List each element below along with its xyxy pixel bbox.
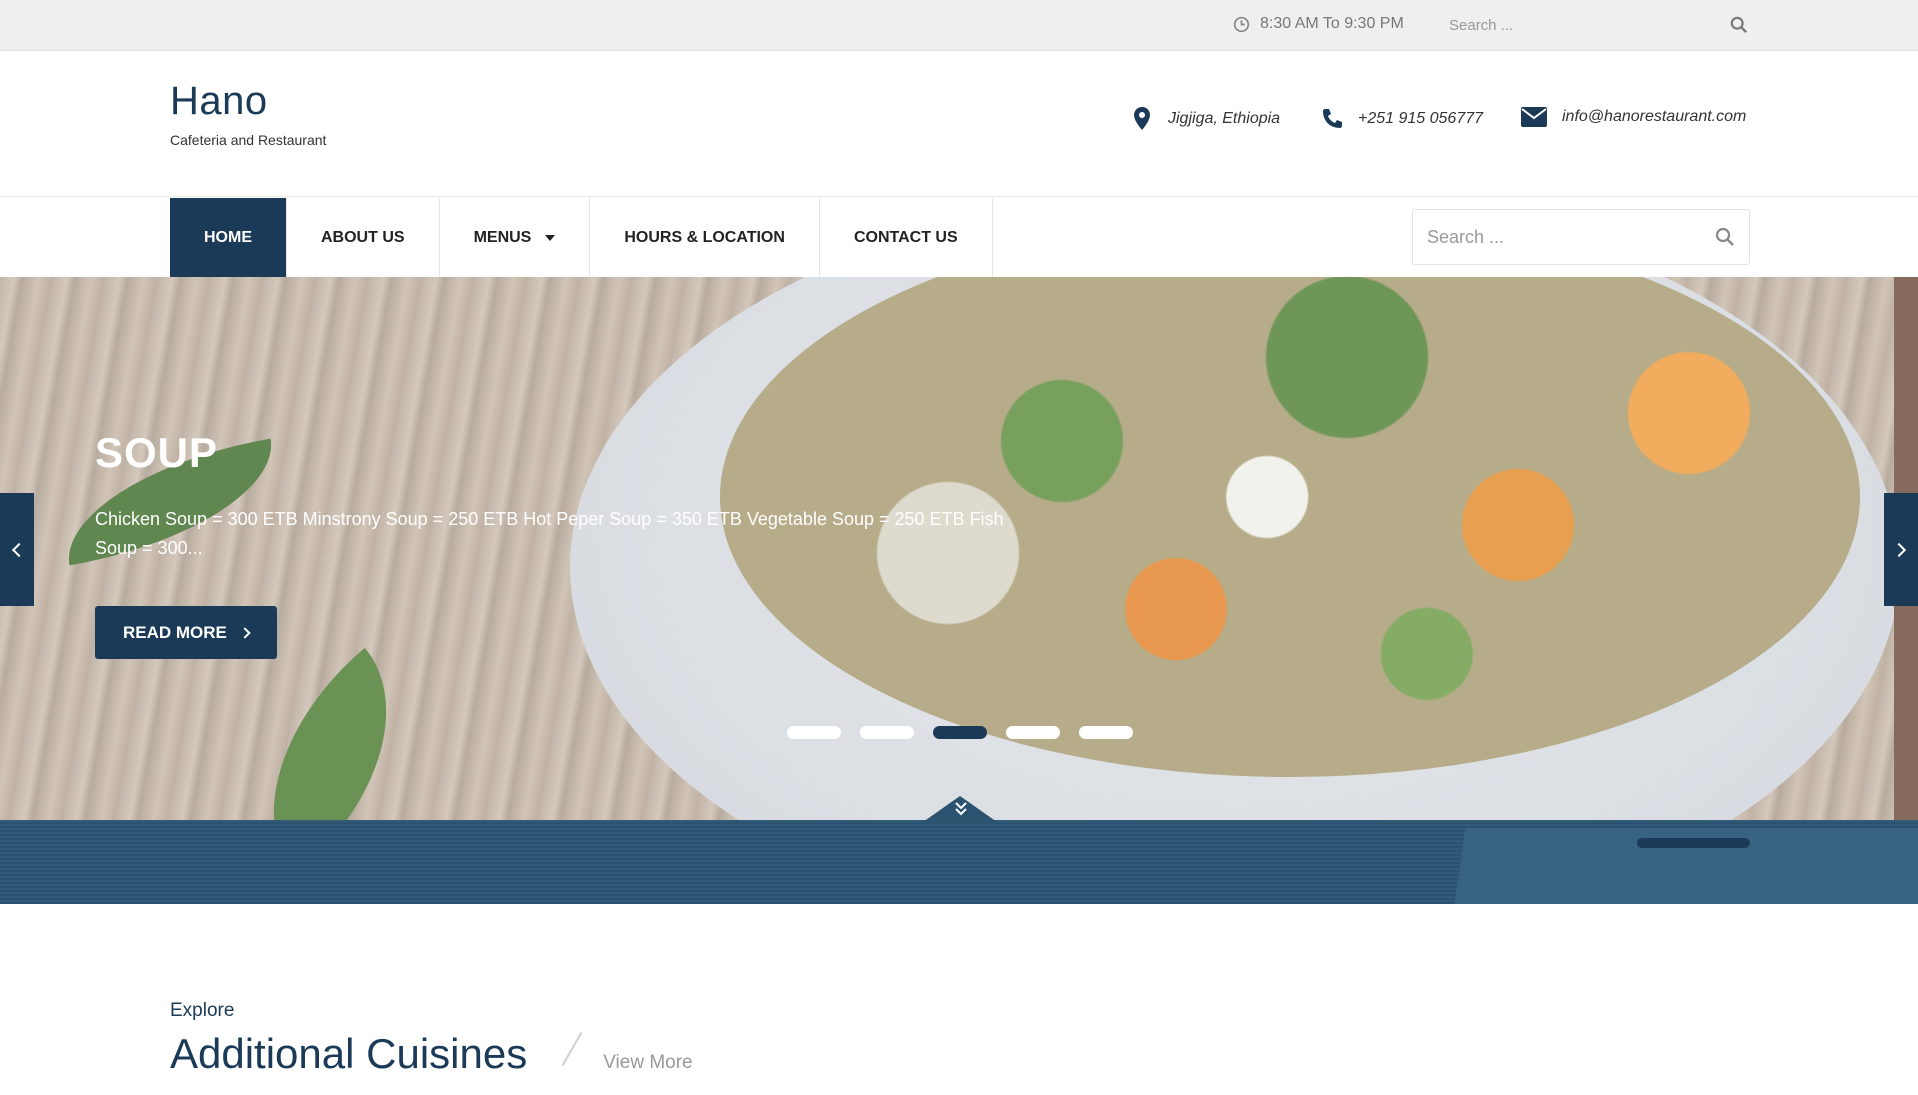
nav-item-label: ABOUT US bbox=[321, 228, 405, 246]
site-header: Hano Cafeteria and Restaurant Jigjiga, E… bbox=[0, 51, 1918, 197]
top-search bbox=[1434, 6, 1754, 44]
nav-menu: HOME ABOUT US MENUS HOURS & LOCATION CON… bbox=[170, 198, 993, 277]
envelope-icon bbox=[1521, 107, 1547, 127]
nav-item-label: CONTACT US bbox=[853, 228, 958, 246]
additional-cuisines-section: Explore Additional Cuisines View More bbox=[170, 1000, 693, 1078]
nav-item-hours-location[interactable]: HOURS & LOCATION bbox=[590, 198, 820, 277]
chevron-right-icon bbox=[239, 626, 251, 639]
main-nav: HOME ABOUT US MENUS HOURS & LOCATION CON… bbox=[0, 198, 1918, 277]
clock-icon bbox=[1233, 16, 1250, 32]
contact-location: Jigjiga, Ethiopia bbox=[1130, 106, 1280, 132]
divider-slash bbox=[561, 1032, 583, 1066]
band-pill bbox=[1637, 838, 1750, 848]
section-heading: Additional Cuisines bbox=[170, 1030, 528, 1077]
section-divider-band bbox=[0, 796, 1918, 904]
contact-phone: +251 915 056777 bbox=[1320, 106, 1483, 132]
slider-prev-button[interactable] bbox=[0, 493, 34, 606]
section-heading-row: Additional Cuisines View More bbox=[170, 1030, 693, 1078]
nav-item-home[interactable]: HOME bbox=[170, 198, 287, 277]
read-more-label: READ MORE bbox=[123, 622, 227, 642]
view-more-link[interactable]: View More bbox=[603, 1052, 692, 1074]
nav-item-about-us[interactable]: ABOUT US bbox=[287, 198, 440, 277]
email-text[interactable]: info@hanorestaurant.com bbox=[1562, 108, 1746, 126]
search-icon[interactable] bbox=[1715, 227, 1735, 247]
nav-item-contact-us[interactable]: CONTACT US bbox=[820, 198, 993, 277]
slide-title: SOUP bbox=[95, 429, 219, 476]
double-chevron-down-icon[interactable] bbox=[954, 801, 968, 817]
top-bar: 8:30 AM To 9:30 PM bbox=[0, 0, 1918, 51]
nav-item-label: HOURS & LOCATION bbox=[624, 228, 785, 246]
slider-dot[interactable] bbox=[1079, 726, 1133, 739]
site-name[interactable]: Hano bbox=[170, 79, 326, 124]
slider-dot[interactable] bbox=[933, 726, 987, 739]
nav-item-label: HOME bbox=[204, 228, 252, 246]
caret-down-icon bbox=[545, 234, 556, 241]
nav-search bbox=[1412, 209, 1750, 265]
brand[interactable]: Hano Cafeteria and Restaurant bbox=[170, 79, 326, 148]
location-text: Jigjiga, Ethiopia bbox=[1168, 110, 1281, 127]
phone-text[interactable]: +251 915 056777 bbox=[1358, 110, 1483, 128]
map-pin-icon bbox=[1134, 107, 1150, 130]
chevron-right-icon bbox=[1891, 542, 1907, 557]
hero-slider: SOUP Chicken Soup = 300 ETB Minstrony So… bbox=[0, 277, 1918, 820]
phone-icon bbox=[1323, 109, 1342, 128]
slide-description: Chicken Soup = 300 ETB Minstrony Soup = … bbox=[95, 509, 1004, 558]
top-search-input[interactable] bbox=[1434, 16, 1714, 34]
site-tagline: Cafeteria and Restaurant bbox=[170, 132, 327, 148]
slider-dot[interactable] bbox=[787, 726, 841, 739]
opening-hours: 8:30 AM To 9:30 PM bbox=[1233, 15, 1404, 33]
opening-hours-text: 8:30 AM To 9:30 PM bbox=[1260, 15, 1404, 32]
slider-dot[interactable] bbox=[1006, 726, 1060, 739]
chevron-left-icon bbox=[11, 542, 27, 557]
section-kicker: Explore bbox=[170, 1000, 235, 1021]
read-more-button[interactable]: READ MORE bbox=[95, 606, 277, 659]
slider-next-button[interactable] bbox=[1884, 493, 1918, 606]
nav-item-label: MENUS bbox=[473, 228, 532, 246]
search-icon[interactable] bbox=[1730, 16, 1748, 34]
slider-pagination bbox=[787, 726, 1133, 739]
nav-item-menus[interactable]: MENUS bbox=[440, 198, 591, 277]
contact-email: info@hanorestaurant.com bbox=[1520, 106, 1746, 128]
slider-dot[interactable] bbox=[860, 726, 914, 739]
nav-search-input[interactable] bbox=[1413, 226, 1693, 248]
